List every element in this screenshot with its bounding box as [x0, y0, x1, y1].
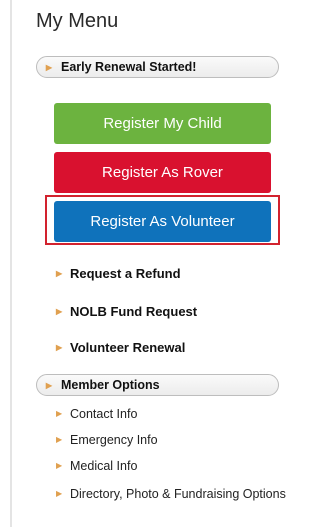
caret-right-icon: ▶ [56, 409, 63, 418]
caret-right-icon: ▶ [56, 435, 63, 444]
request-refund-label: Request a Refund [70, 266, 181, 281]
register-as-rover-button[interactable]: Register As Rover [54, 152, 271, 193]
register-as-volunteer-button[interactable]: Register As Volunteer [54, 201, 271, 242]
caret-right-icon: ▶ [56, 269, 63, 278]
early-renewal-label: Early Renewal Started! [61, 60, 197, 74]
early-renewal-toggle[interactable]: ▶ Early Renewal Started! [36, 56, 279, 78]
medical-info-link[interactable]: ▶ Medical Info [56, 458, 137, 474]
caret-right-icon: ▶ [45, 62, 53, 72]
caret-right-icon: ▶ [56, 307, 63, 316]
request-refund-link[interactable]: ▶ Request a Refund [56, 266, 181, 281]
caret-right-icon: ▶ [45, 380, 53, 390]
volunteer-renewal-link[interactable]: ▶ Volunteer Renewal [56, 340, 185, 355]
contact-info-link[interactable]: ▶ Contact Info [56, 406, 137, 422]
left-divider [10, 0, 12, 527]
caret-right-icon: ▶ [56, 343, 63, 352]
caret-right-icon: ▶ [56, 489, 63, 498]
medical-info-label: Medical Info [70, 459, 138, 473]
member-options-toggle[interactable]: ▶ Member Options [36, 374, 279, 396]
directory-photo-fundraising-label: Directory, Photo & Fundraising Options [70, 487, 286, 501]
contact-info-label: Contact Info [70, 407, 138, 421]
nolb-fund-request-label: NOLB Fund Request [70, 304, 198, 319]
member-options-label: Member Options [61, 378, 160, 392]
volunteer-renewal-label: Volunteer Renewal [70, 340, 186, 355]
caret-right-icon: ▶ [56, 461, 63, 470]
emergency-info-link[interactable]: ▶ Emergency Info [56, 432, 158, 448]
menu-title: My Menu [36, 10, 119, 32]
nolb-fund-request-link[interactable]: ▶ NOLB Fund Request [56, 304, 197, 319]
emergency-info-label: Emergency Info [70, 433, 158, 447]
directory-photo-fundraising-link[interactable]: ▶ Directory, Photo & Fundraising Options [56, 486, 286, 502]
register-my-child-button[interactable]: Register My Child [54, 103, 271, 144]
